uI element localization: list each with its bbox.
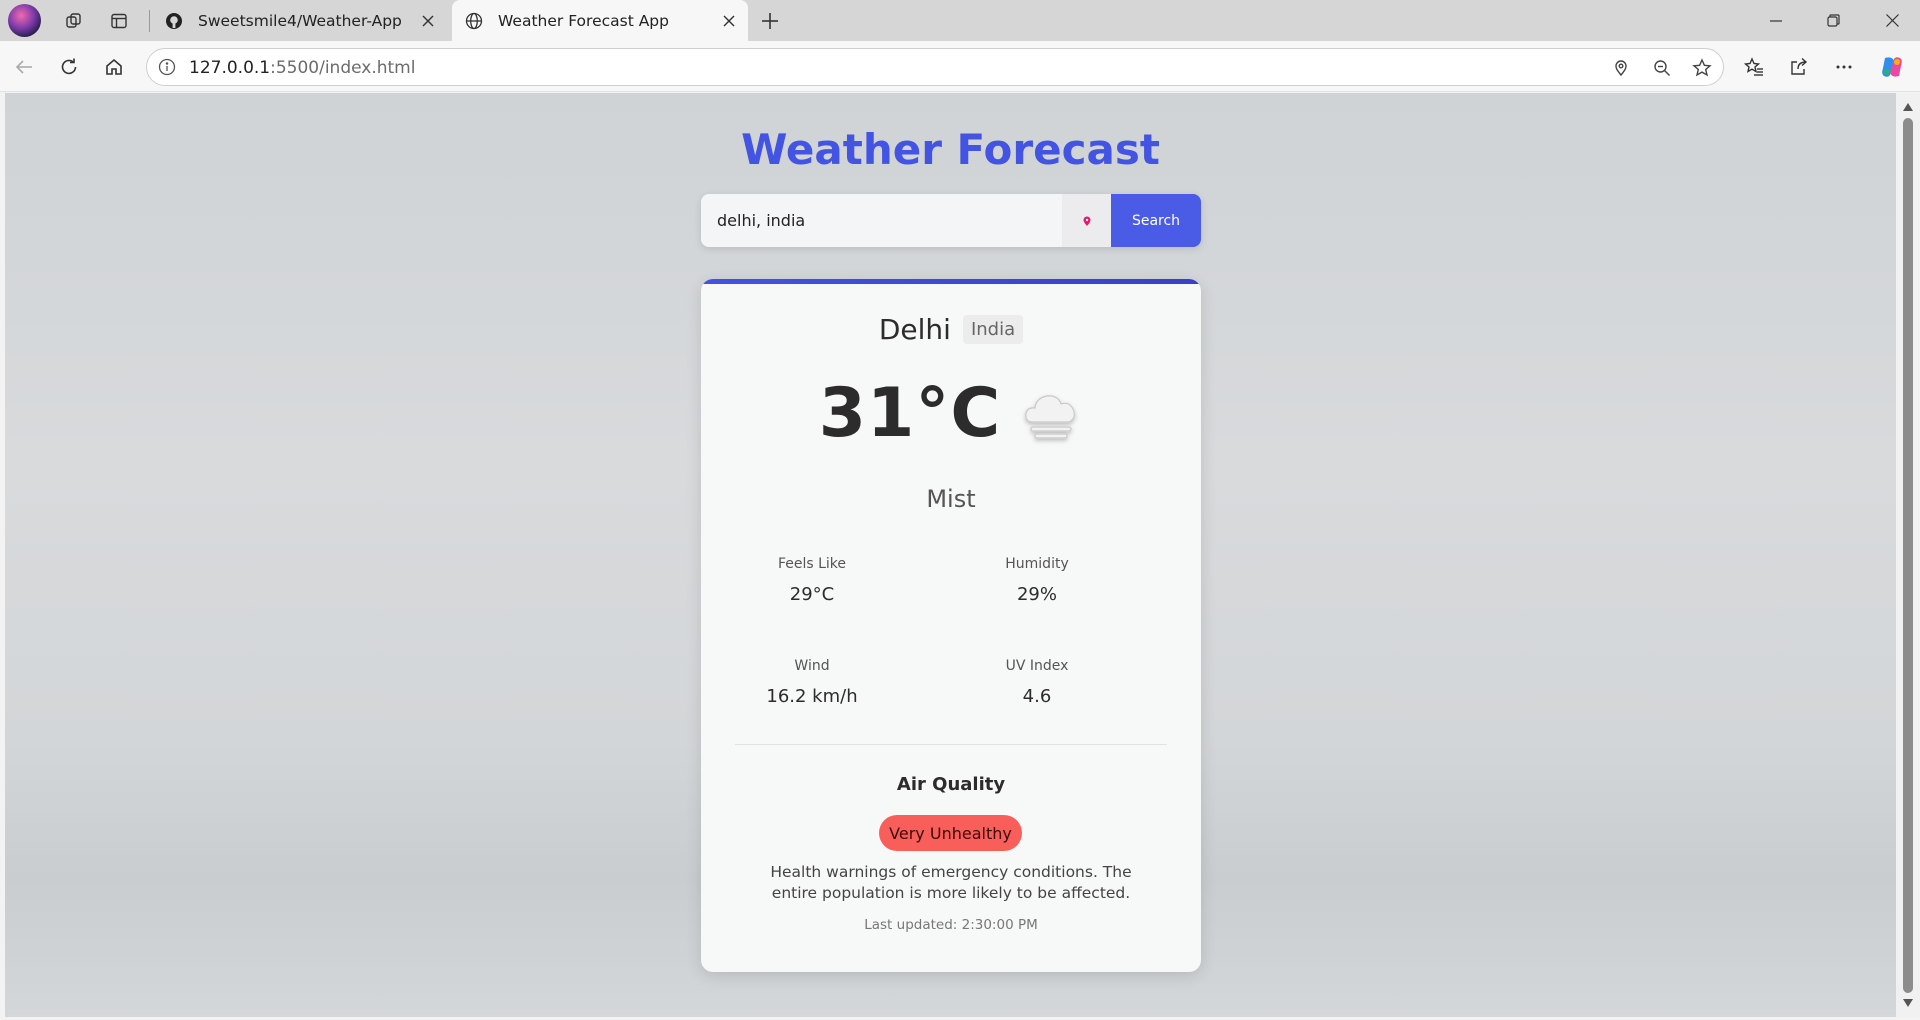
- air-quality-badge: Very Unhealthy: [879, 815, 1022, 851]
- close-tab-icon[interactable]: [413, 6, 443, 36]
- air-quality-title: Air Quality: [896, 774, 1006, 795]
- close-tab-icon[interactable]: [714, 6, 744, 36]
- new-tab-icon[interactable]: [752, 6, 788, 36]
- detail-label: UV Index: [1005, 658, 1069, 674]
- back-icon[interactable]: [6, 50, 42, 84]
- tab-weather-forecast[interactable]: Weather Forecast App: [452, 0, 748, 41]
- detail-humidity: Humidity 29%: [937, 556, 1137, 605]
- temperature: 31°C: [818, 374, 1002, 453]
- city-search-input[interactable]: [701, 194, 1062, 247]
- scroll-up-arrow-icon[interactable]: [1902, 101, 1914, 113]
- air-quality-description: Health warnings of emergency conditions.…: [770, 863, 1132, 902]
- detail-value: 4.6: [1022, 686, 1052, 707]
- home-icon[interactable]: [96, 50, 132, 84]
- location-pin-icon[interactable]: [1609, 56, 1633, 80]
- navigation-bar: 127.0.0.1:5500/index.html: [0, 41, 1920, 92]
- weather-condition: Mist: [926, 485, 976, 513]
- country-badge: India: [962, 315, 1024, 344]
- location-pin-icon: [1083, 216, 1090, 226]
- url-host: 127.0.0.1: [189, 58, 271, 78]
- vertical-scrollbar[interactable]: [1896, 93, 1920, 1017]
- address-bar[interactable]: 127.0.0.1:5500/index.html: [146, 48, 1724, 86]
- tab-github[interactable]: Sweetsmile4/Weather-App: [152, 0, 447, 41]
- detail-feels-like: Feels Like 29°C: [712, 556, 912, 605]
- favorite-star-icon[interactable]: [1690, 56, 1714, 80]
- location-row: Delhi India: [701, 313, 1201, 346]
- search-bar: Search: [701, 194, 1201, 247]
- last-updated: Last updated: 2:30:00 PM: [864, 917, 1038, 933]
- detail-uv-index: UV Index 4.6: [937, 658, 1137, 707]
- tab-strip: Sweetsmile4/Weather-App Weather Forecast…: [0, 0, 1920, 41]
- more-options-icon[interactable]: [1826, 50, 1862, 84]
- close-window-icon[interactable]: [1864, 0, 1920, 41]
- github-icon: [164, 11, 184, 31]
- restore-icon[interactable]: [1805, 0, 1861, 41]
- globe-icon: [464, 11, 484, 31]
- tab-label: Weather Forecast App: [498, 11, 669, 30]
- share-icon[interactable]: [1781, 50, 1817, 84]
- detail-label: Humidity: [1005, 556, 1069, 572]
- tab-divider: [149, 10, 150, 32]
- vertical-tabs-icon[interactable]: [101, 6, 137, 36]
- url-text: 127.0.0.1:5500/index.html: [189, 58, 415, 78]
- detail-wind: Wind 16.2 km/h: [712, 658, 912, 707]
- mist-cloud-icon: [1025, 394, 1076, 439]
- detail-label: Wind: [794, 658, 830, 674]
- detail-label: Feels Like: [777, 556, 847, 572]
- page-viewport: Weather Forecast Search Delhi India 31°C: [5, 93, 1896, 1017]
- scroll-thumb[interactable]: [1903, 118, 1913, 993]
- favorites-icon[interactable]: [1736, 50, 1772, 84]
- temperature-row: 31°C: [701, 374, 1201, 453]
- site-info-icon[interactable]: [157, 57, 177, 77]
- workspaces-icon[interactable]: [56, 6, 92, 36]
- page-title: Weather Forecast: [741, 125, 1160, 174]
- url-path: :5500/index.html: [270, 58, 416, 78]
- zoom-out-icon[interactable]: [1650, 56, 1674, 80]
- city-name: Delhi: [878, 313, 951, 346]
- weather-card: Delhi India 31°C Mist Feels Like 29°C Hu…: [701, 279, 1201, 972]
- minimize-icon[interactable]: [1748, 0, 1804, 41]
- card-accent-bar: [701, 279, 1201, 284]
- scroll-down-arrow-icon[interactable]: [1902, 997, 1914, 1009]
- tab-label: Sweetsmile4/Weather-App: [198, 11, 402, 30]
- detail-value: 29%: [1016, 584, 1057, 605]
- copilot-icon[interactable]: [1874, 50, 1910, 84]
- current-location-button[interactable]: [1062, 194, 1111, 247]
- detail-value: 16.2 km/h: [766, 686, 858, 707]
- refresh-icon[interactable]: [51, 50, 87, 84]
- detail-value: 29°C: [789, 584, 835, 605]
- section-divider: [735, 744, 1167, 745]
- search-button[interactable]: Search: [1111, 194, 1201, 247]
- profile-avatar[interactable]: [8, 4, 41, 37]
